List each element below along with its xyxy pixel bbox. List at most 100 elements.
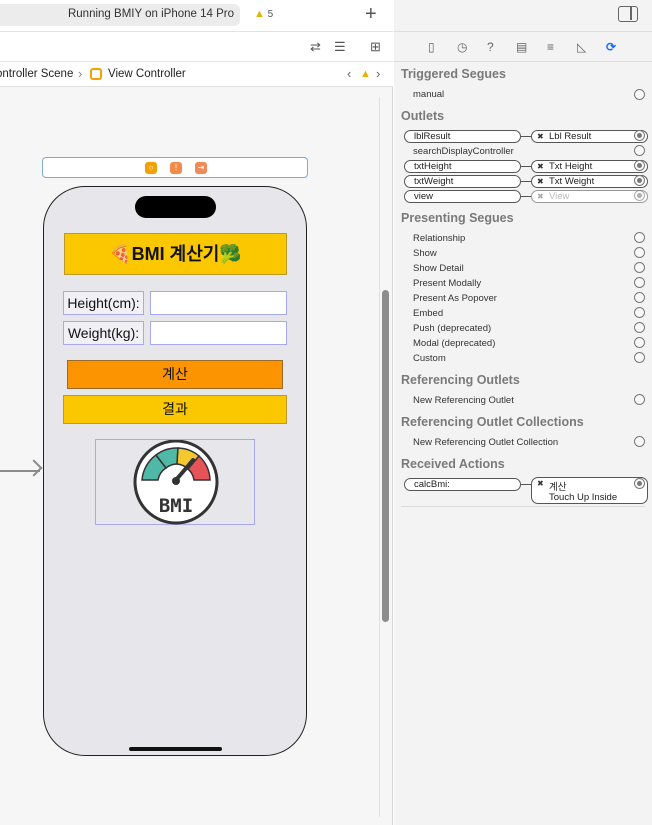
scroll-track (379, 97, 380, 817)
segue-relationship: Relationship (413, 233, 466, 244)
height-label[interactable]: Height(cm): (63, 291, 144, 315)
connection-line (521, 136, 531, 137)
outlet-target-txtheight[interactable]: ✖ Txt Height (531, 160, 648, 173)
first-responder-icon[interactable]: ! (170, 162, 182, 174)
connection-circle[interactable] (634, 175, 645, 186)
chevron-right-icon[interactable]: › (376, 66, 380, 81)
outlet-target-txtweight[interactable]: ✖ Txt Weight (531, 175, 648, 188)
connection-circle[interactable] (634, 262, 645, 273)
arrow-head-icon (25, 459, 43, 477)
help-inspector-icon[interactable]: ? (487, 40, 494, 54)
size-inspector-icon[interactable]: ◺ (577, 40, 586, 54)
connection-circle[interactable] (634, 247, 645, 258)
connection-circle[interactable] (634, 322, 645, 333)
title-bar: Running BMIY on iPhone 14 Pro ▲ 5 + (0, 0, 393, 32)
iphone-frame: 🍕BMI 계산기🥦 Height(cm): Weight(kg): 계산 결과 … (43, 186, 307, 756)
connection-circle[interactable] (634, 292, 645, 303)
segue-manual: manual (413, 89, 445, 100)
add-editor-icon[interactable]: ⊞ (370, 39, 381, 55)
connection-circle[interactable] (634, 352, 645, 363)
outlet-txtheight[interactable]: txtHeight (404, 160, 521, 173)
connections-inspector: ▯ ◷ ? ▤ ≡ ◺ ⟳ Triggered Segues manual Ou… (394, 0, 652, 825)
sidebar-toggle-icon[interactable] (618, 6, 638, 22)
view-controller-icon[interactable]: ○ (145, 162, 157, 174)
segue-custom: Custom (413, 353, 446, 364)
remove-connection-icon[interactable]: ✖ (537, 131, 544, 142)
editor-toolbar: ⇄ ☰ ⊞ (0, 32, 393, 62)
outlet-target-lblresult[interactable]: ✖ Lbl Result (531, 130, 648, 143)
connection-circle[interactable] (634, 190, 645, 201)
segue-present-modally: Present Modally (413, 278, 482, 289)
remove-connection-icon[interactable]: ✖ (537, 176, 544, 187)
outlet-view[interactable]: view (404, 190, 521, 203)
action-calcbmi[interactable]: calcBmi: (404, 478, 521, 491)
divider (401, 506, 645, 507)
section-presenting-segues: Presenting Segues (401, 211, 514, 225)
home-indicator (129, 747, 222, 751)
connection-circle[interactable] (634, 232, 645, 243)
connection-line (521, 196, 531, 197)
action-event-label: Touch Up Inside (549, 492, 618, 503)
warning-count: 5 (267, 9, 274, 20)
outlet-target-view[interactable]: ✖ View (531, 190, 648, 203)
identity-inspector-icon[interactable]: ▤ (516, 40, 527, 54)
inspector-tabs: ▯ ◷ ? ▤ ≡ ◺ ⟳ (394, 32, 652, 62)
weight-label[interactable]: Weight(kg): (63, 321, 144, 345)
title-label[interactable]: 🍕BMI 계산기🥦 (64, 233, 287, 275)
weight-field[interactable] (150, 321, 287, 345)
xcode-window: Running BMIY on iPhone 14 Pro ▲ 5 + ⇄ ☰ … (0, 0, 652, 825)
result-label[interactable]: 결과 (63, 395, 287, 424)
section-referencing-outlet-collections: Referencing Outlet Collections (401, 415, 584, 429)
connection-circle[interactable] (634, 394, 645, 405)
library-add-button[interactable]: + (365, 3, 377, 25)
scene-dock[interactable]: ○ ! ⇥ (42, 157, 308, 178)
section-outlets: Outlets (401, 109, 445, 123)
file-inspector-icon[interactable]: ▯ (428, 40, 435, 54)
connection-circle[interactable] (634, 478, 645, 489)
outlet-lblresult[interactable]: lblResult (404, 130, 521, 143)
height-field[interactable] (150, 291, 287, 315)
storyboard-canvas[interactable]: Running BMIY on iPhone 14 Pro ▲ 5 + ⇄ ☰ … (0, 0, 393, 825)
connection-circle[interactable] (634, 160, 645, 171)
remove-connection-icon[interactable]: ✖ (537, 191, 544, 202)
calculate-button[interactable]: 계산 (67, 360, 283, 389)
swap-arrows-icon[interactable]: ⇄ (310, 39, 321, 55)
connections-inspector-icon[interactable]: ⟳ (606, 40, 616, 54)
connection-circle[interactable] (634, 145, 645, 156)
bmi-text: BMI (159, 495, 193, 517)
adjust-options-icon[interactable]: ☰ (334, 39, 346, 55)
connection-circle[interactable] (634, 130, 645, 141)
warning-icon[interactable]: ▲ (360, 68, 371, 80)
attributes-inspector-icon[interactable]: ≡ (547, 40, 554, 54)
warning-icon: ▲ (254, 8, 265, 20)
connection-line (521, 166, 531, 167)
dynamic-island (135, 196, 216, 218)
breadcrumb-view-controller[interactable]: View Controller (108, 68, 186, 80)
new-referencing-outlet: New Referencing Outlet (413, 395, 514, 406)
connection-circle[interactable] (634, 307, 645, 318)
target-label: Txt Weight (549, 176, 595, 187)
segue-present-as-popover: Present As Popover (413, 293, 497, 304)
segue-modal-deprecated: Modal (deprecated) (413, 338, 496, 349)
remove-connection-icon[interactable]: ✖ (537, 479, 544, 488)
inspector-top-bar (394, 0, 652, 32)
warning-indicator[interactable]: ▲ 5 (254, 8, 273, 20)
outlet-searchdisplaycontroller: searchDisplayController (413, 146, 514, 157)
connection-circle[interactable] (634, 436, 645, 447)
section-received-actions: Received Actions (401, 457, 505, 471)
exit-icon[interactable]: ⇥ (195, 162, 207, 174)
vertical-scrollbar[interactable] (382, 290, 389, 622)
chevron-left-icon[interactable]: ‹ (347, 66, 351, 81)
connection-line (521, 484, 531, 485)
connection-circle[interactable] (634, 277, 645, 288)
connection-circle[interactable] (634, 89, 645, 100)
connection-circle[interactable] (634, 337, 645, 348)
breadcrumb-scene[interactable]: ontroller Scene (0, 68, 73, 80)
remove-connection-icon[interactable]: ✖ (537, 161, 544, 172)
target-label: Txt Height (549, 161, 593, 172)
action-target[interactable]: ✖ 계산 Touch Up Inside (531, 477, 648, 504)
bmi-image-view[interactable]: BMI (95, 439, 255, 525)
target-label: View (549, 191, 570, 202)
history-inspector-icon[interactable]: ◷ (457, 40, 467, 54)
outlet-txtweight[interactable]: txtWeight (404, 175, 521, 188)
